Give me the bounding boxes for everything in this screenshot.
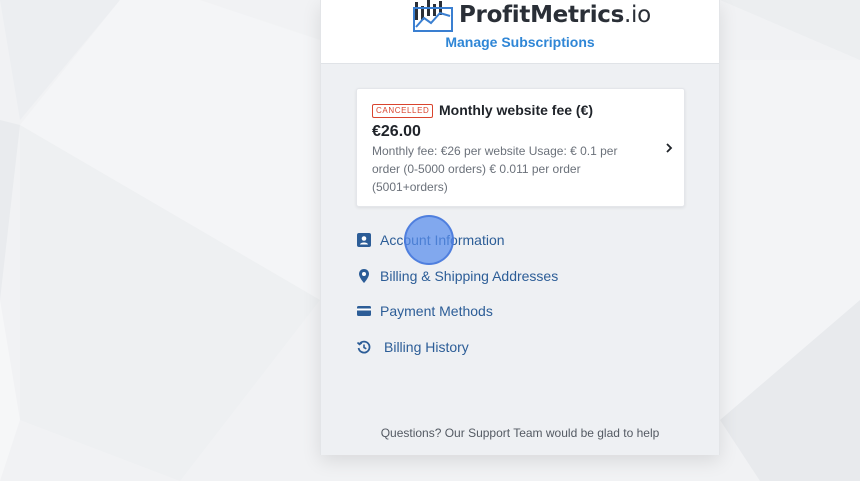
subscription-card[interactable]: CANCELLED Monthly website fee (€) €26.00… <box>356 88 685 207</box>
subscription-price: €26.00 <box>372 123 421 140</box>
account-card-icon <box>357 233 371 247</box>
menu-item-account-information[interactable]: Account Information <box>356 230 505 250</box>
subscriptions-panel: ProfitMetrics.io Manage Subscriptions CA… <box>320 0 720 455</box>
menu-item-billing-history[interactable]: Billing History <box>356 337 469 357</box>
subscription-description: Monthly fee: €26 per website Usage: € 0.… <box>372 144 618 194</box>
credit-card-icon <box>357 306 371 316</box>
support-text: Questions? Our Support Team would be gla… <box>380 426 660 440</box>
menu-item-label: Billing & Shipping Addresses <box>380 268 559 284</box>
panel-header: ProfitMetrics.io Manage Subscriptions <box>321 0 719 64</box>
status-badge: CANCELLED <box>372 104 434 118</box>
menu-item-payment-methods[interactable]: Payment Methods <box>356 301 493 321</box>
brand-tld: .io <box>624 2 651 28</box>
brand-logo: ProfitMetrics.io <box>413 0 651 32</box>
manage-subscriptions-link[interactable]: Manage Subscriptions <box>321 34 719 50</box>
profit-chart-icon <box>413 0 453 32</box>
brand-name: ProfitMetrics <box>459 2 625 28</box>
menu-item-label: Payment Methods <box>380 303 493 319</box>
menu-item-label: Billing History <box>384 339 469 355</box>
brand-wordmark: ProfitMetrics.io <box>459 2 651 28</box>
chevron-right-icon[interactable] <box>664 141 674 155</box>
map-pin-icon <box>359 269 369 283</box>
history-icon <box>356 340 371 354</box>
menu-item-label: Account Information <box>380 232 505 248</box>
subscription-title: Monthly website fee (€) <box>439 102 594 118</box>
menu-item-billing-shipping[interactable]: Billing & Shipping Addresses <box>356 266 558 286</box>
